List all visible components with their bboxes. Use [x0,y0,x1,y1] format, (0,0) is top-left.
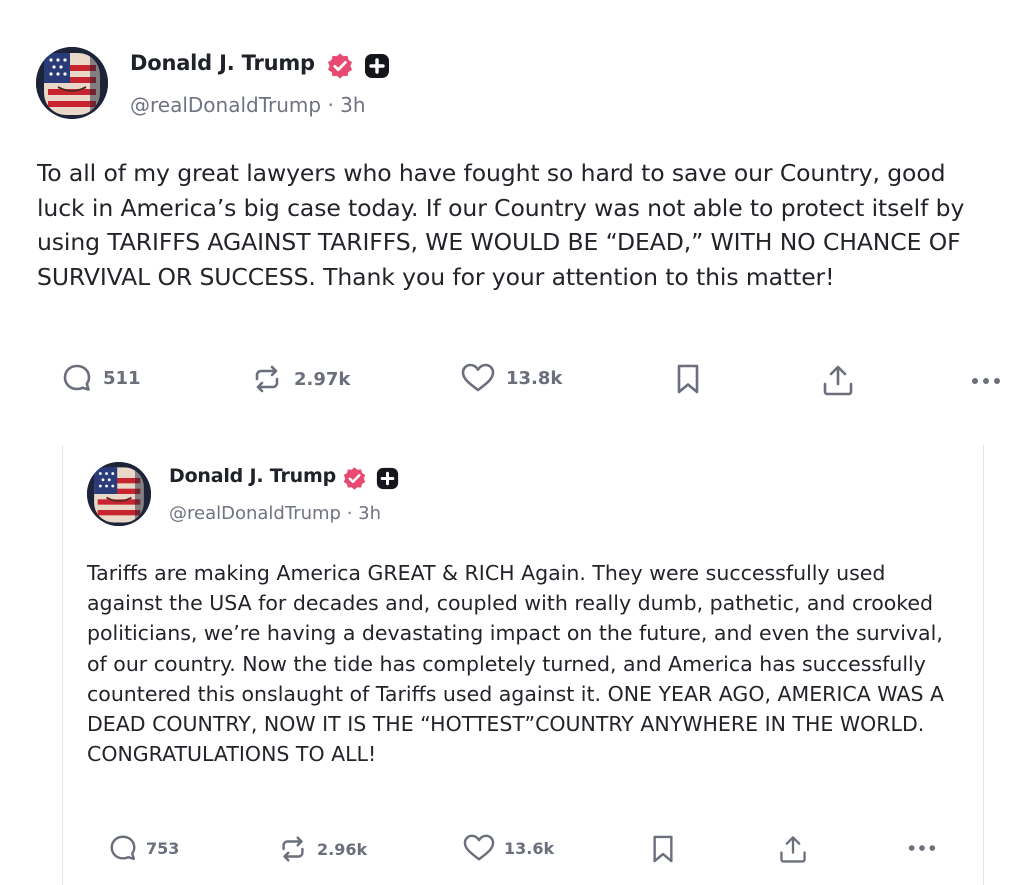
bookmark-icon [677,364,699,394]
author-meta: @realDonaldTrump · 3h [130,93,366,117]
plus-badge-icon [365,54,389,78]
reply-button[interactable]: 511 [61,362,141,394]
quoted-post[interactable]: Donald J. Trump @realDonaldTrump · 3h Ta… [62,445,984,885]
quoted-share-button[interactable] [777,833,809,865]
repost-icon [282,836,304,862]
repost-count: 2.97k [294,368,351,390]
meta-separator: · [327,93,334,117]
more-icon [972,378,1000,384]
bookmark-icon [653,835,673,863]
quoted-like-button[interactable]: 13.6k [462,833,554,863]
like-button[interactable]: 13.8k [460,362,562,394]
quoted-author-avatar[interactable] [87,462,151,526]
bookmark-button[interactable] [674,362,702,396]
quoted-reply-count: 753 [146,838,180,858]
author-name[interactable]: Donald J. Trump [130,51,315,75]
heart-icon [461,363,495,392]
quoted-repost-button[interactable]: 2.96k [277,833,367,865]
verified-badge-icon [343,467,366,490]
heart-icon [463,834,495,861]
quoted-author-badges [342,466,399,491]
share-icon [823,365,853,396]
post-body: To all of my great lawyers who have foug… [37,159,972,291]
author-badges [326,52,390,80]
reply-count: 511 [103,367,141,389]
like-count: 13.8k [506,367,563,389]
quoted-more-button[interactable] [905,833,939,863]
reply-icon [63,364,91,391]
repost-icon [255,365,279,393]
share-button[interactable] [820,362,856,398]
quoted-post-time[interactable]: 3h [358,503,381,524]
reply-icon [110,835,136,860]
quoted-author-meta: @realDonaldTrump · 3h [169,503,381,524]
quoted-post-body: Tariffs are making America GREAT & RICH … [87,561,951,767]
quoted-author-handle[interactable]: @realDonaldTrump [169,503,341,524]
plus-badge-icon [376,467,399,490]
quoted-reply-button[interactable]: 753 [108,833,179,863]
share-icon [780,836,806,863]
quoted-author-name[interactable]: Donald J. Trump [169,465,336,487]
avatar-image [87,462,151,526]
author-avatar[interactable] [36,47,108,119]
more-icon [908,845,936,851]
repost-button[interactable]: 2.97k [250,362,350,396]
verified-badge-icon [328,53,352,79]
avatar-image [36,47,108,119]
more-button[interactable] [968,362,1004,394]
post-time[interactable]: 3h [340,93,365,117]
author-handle[interactable]: @realDonaldTrump [130,93,321,117]
quoted-like-count: 13.6k [504,838,555,858]
quoted-bookmark-button[interactable] [650,833,676,865]
quoted-repost-count: 2.96k [317,839,368,859]
meta-separator: · [346,503,353,524]
